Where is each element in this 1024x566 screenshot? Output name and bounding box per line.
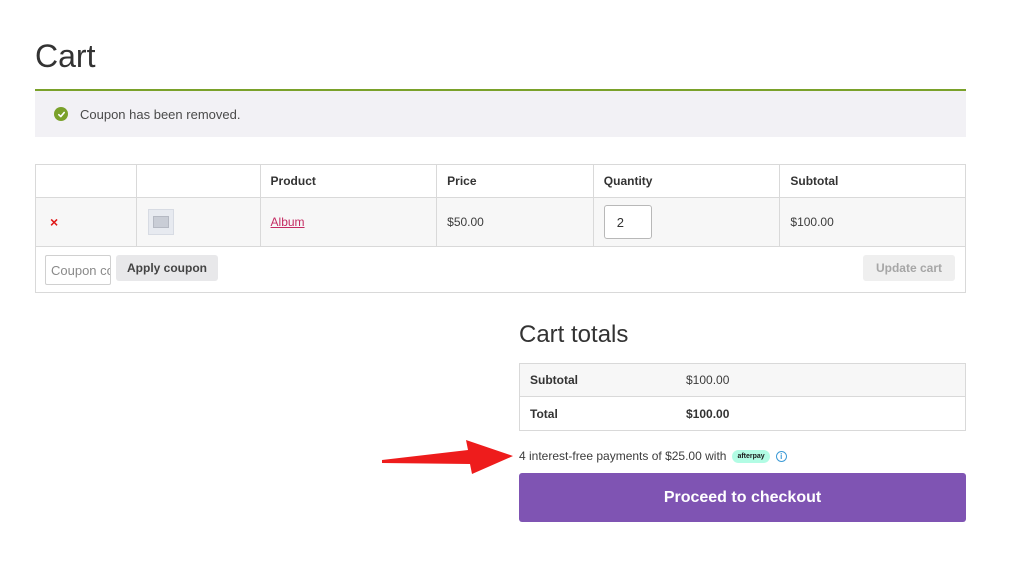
totals-value: $100.00 bbox=[686, 406, 730, 421]
afterpay-message: 4 interest-free payments of $25.00 with … bbox=[519, 449, 787, 463]
table-row: × Album $50.00 $100.00 bbox=[36, 198, 965, 247]
cart-totals-table: Subtotal $100.00 Total $100.00 bbox=[519, 363, 966, 431]
quantity-input[interactable] bbox=[603, 205, 652, 239]
header-product: Product bbox=[261, 165, 438, 197]
totals-value: $100.00 bbox=[686, 373, 730, 387]
afterpay-text: 4 interest-free payments of $25.00 with bbox=[519, 449, 727, 463]
page-title: Cart bbox=[35, 38, 96, 74]
cart-actions: Apply coupon Update cart bbox=[36, 247, 965, 292]
totals-label: Subtotal bbox=[530, 373, 578, 387]
product-link[interactable]: Album bbox=[271, 215, 305, 229]
cart-table: Product Price Quantity Subtotal × Album … bbox=[35, 164, 966, 293]
totals-row-subtotal: Subtotal $100.00 bbox=[520, 364, 965, 397]
coupon-input[interactable] bbox=[45, 255, 111, 285]
header-quantity: Quantity bbox=[594, 165, 781, 197]
product-thumbnail[interactable] bbox=[147, 209, 174, 235]
update-cart-button[interactable]: Update cart bbox=[863, 255, 955, 281]
coupon-removed-notice: Coupon has been removed. bbox=[35, 89, 966, 137]
proceed-to-checkout-button[interactable]: Proceed to checkout bbox=[519, 473, 966, 522]
item-price: $50.00 bbox=[437, 198, 594, 246]
check-circle-icon bbox=[54, 107, 68, 121]
totals-label: Total bbox=[530, 406, 558, 421]
afterpay-logo: afterpay bbox=[732, 449, 770, 463]
cart-totals-title: Cart totals bbox=[519, 321, 629, 348]
red-arrow-annotation bbox=[382, 440, 513, 474]
apply-coupon-button[interactable]: Apply coupon bbox=[116, 255, 218, 281]
totals-row-total: Total $100.00 bbox=[520, 397, 965, 430]
remove-item-icon[interactable]: × bbox=[50, 214, 58, 230]
info-icon[interactable]: i bbox=[775, 450, 787, 462]
header-remove bbox=[36, 165, 137, 197]
notice-message: Coupon has been removed. bbox=[80, 106, 241, 122]
cart-table-header: Product Price Quantity Subtotal bbox=[36, 165, 965, 198]
header-thumbnail bbox=[137, 165, 261, 197]
item-subtotal: $100.00 bbox=[790, 215, 834, 229]
header-price: Price bbox=[437, 165, 594, 197]
header-subtotal: Subtotal bbox=[790, 174, 839, 188]
